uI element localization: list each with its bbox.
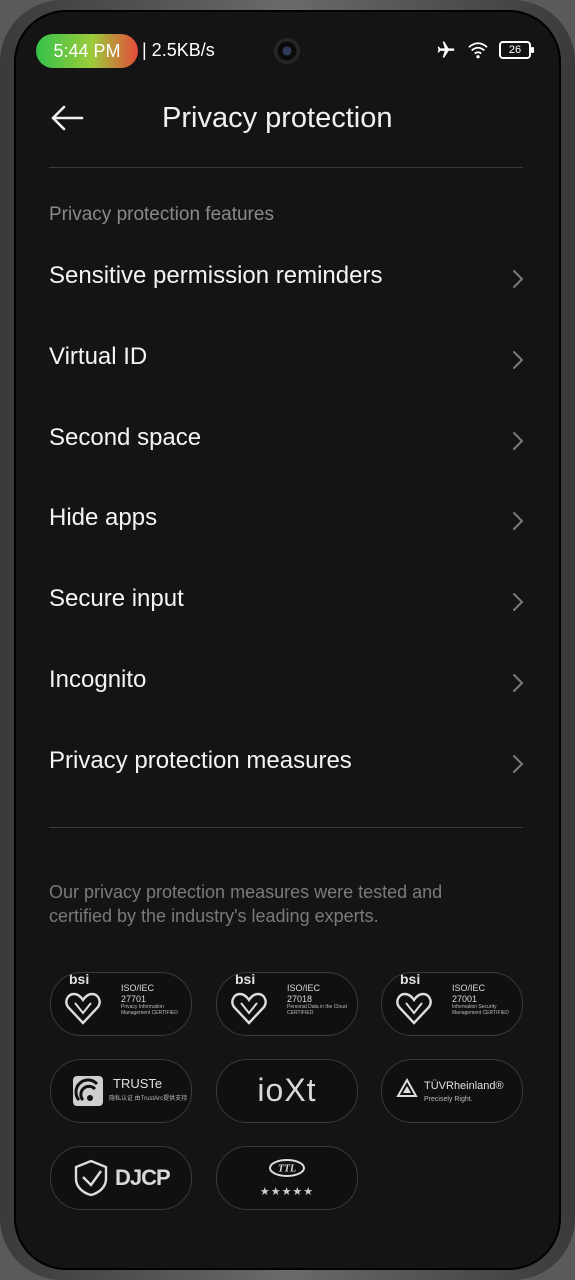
bsi-kitemark-icon — [65, 992, 101, 1025]
truste-subtitle: 隐私认证 由TrustArc提供支持 — [109, 1096, 188, 1102]
list-item-second-space[interactable]: Second space — [14, 402, 561, 483]
chevron-right-icon — [513, 270, 524, 288]
list-item-label: Sensitive permission reminders — [49, 262, 383, 289]
front-camera — [274, 38, 300, 64]
cert-description: Privacy Information Management CERTIFIED — [121, 1004, 178, 1016]
airplane-icon — [437, 41, 455, 58]
status-bar: 5:44 PM | 2.5KB/s 26 — [14, 10, 561, 90]
status-time: 5:44 PM — [36, 34, 138, 68]
list-item-label: Virtual ID — [49, 342, 148, 370]
bsi-logo: bsi — [69, 972, 90, 987]
cert-number: 27001 — [452, 994, 478, 1004]
chevron-right-icon — [513, 512, 524, 531]
bsi-kitemark-icon — [231, 992, 267, 1025]
cert-djcp: DJCP — [50, 1146, 192, 1210]
cert-description: Personal Data in the Cloud CERTIFIED — [287, 1004, 347, 1016]
tuv-triangle-icon — [396, 1078, 418, 1097]
cert-tuv-rheinland: TÜVRheinland® Precisely Right. — [381, 1059, 523, 1123]
bsi-kitemark-icon — [396, 992, 432, 1025]
header-divider — [49, 167, 523, 168]
ttl-brand: TTL — [278, 1164, 296, 1175]
page-title: Privacy protection — [162, 102, 393, 134]
certification-note: Our privacy protection measures were tes… — [49, 882, 443, 926]
bsi-logo: bsi — [235, 972, 256, 987]
ttl-logo-icon: TTL — [269, 1159, 305, 1177]
list-item-sensitive-permission-reminders[interactable]: Sensitive permission reminders — [14, 240, 561, 321]
list-item-privacy-protection-measures[interactable]: Privacy protection measures — [14, 725, 561, 806]
wifi-icon — [468, 42, 488, 59]
network-speed: | 2.5KB/s — [142, 40, 215, 60]
tuv-tagline: Precisely Right. — [424, 1096, 473, 1103]
back-arrow-icon[interactable] — [48, 98, 88, 138]
cert-standard: ISO/IEC — [452, 983, 486, 993]
list-item-incognito[interactable]: Incognito — [14, 644, 561, 725]
list-item-virtual-id[interactable]: Virtual ID — [14, 321, 561, 402]
battery-icon: 26 — [499, 41, 534, 59]
cert-bsi-27001: bsi ISO/IEC 27001 Information Security M… — [381, 972, 523, 1036]
truste-brand: TRUSTe — [113, 1076, 163, 1091]
list-item-label: Incognito — [49, 665, 147, 693]
cert-ttl: TTL ★★★★★ — [216, 1146, 358, 1210]
section-divider — [49, 827, 523, 828]
list-item-label: Secure input — [49, 585, 184, 613]
tuv-brand: TÜVRheinland® — [424, 1080, 504, 1092]
list-item-label: Privacy protection measures — [49, 746, 352, 774]
cert-bsi-27018: bsi ISO/IEC 27018 Personal Data in the C… — [216, 972, 358, 1036]
cert-number: 27701 — [121, 994, 147, 1004]
cert-number: 27018 — [287, 994, 313, 1004]
header: Privacy protection — [14, 84, 561, 154]
chevron-right-icon — [513, 754, 524, 773]
chevron-right-icon — [513, 673, 524, 692]
chevron-right-icon — [513, 350, 524, 369]
cert-standard: ISO/IEC — [121, 983, 155, 993]
cert-ioxt: ioXt — [216, 1059, 358, 1123]
list-item-label: Second space — [49, 423, 202, 451]
ioxt-logo: ioXt — [257, 1072, 317, 1108]
status-icons: 26 — [435, 40, 534, 60]
list-item-hide-apps[interactable]: Hide apps — [14, 482, 561, 563]
bsi-logo: bsi — [400, 972, 421, 987]
list-item-label: Hide apps — [49, 504, 158, 532]
screen: 5:44 PM | 2.5KB/s 26 Privacy protection … — [14, 10, 561, 1270]
list-item-secure-input[interactable]: Secure input — [14, 563, 561, 644]
chevron-right-icon — [513, 593, 524, 612]
section-label: Privacy protection features — [49, 204, 274, 225]
cert-truste: TRUSTe 隐私认证 由TrustArc提供支持 — [50, 1059, 192, 1123]
djcp-brand: DJCP — [115, 1165, 171, 1190]
truste-logo-icon — [73, 1076, 103, 1106]
cert-standard: ISO/IEC — [287, 983, 321, 993]
cert-bsi-27701: bsi ISO/IEC 27701 Privacy Information Ma… — [50, 972, 192, 1036]
ttl-stars: ★★★★★ — [259, 1186, 315, 1198]
djcp-shield-icon — [74, 1159, 108, 1197]
chevron-right-icon — [513, 431, 524, 450]
cert-description: Information Security Management CERTIFIE… — [452, 1004, 509, 1016]
features-list: Sensitive permission reminders Virtual I… — [14, 240, 561, 806]
